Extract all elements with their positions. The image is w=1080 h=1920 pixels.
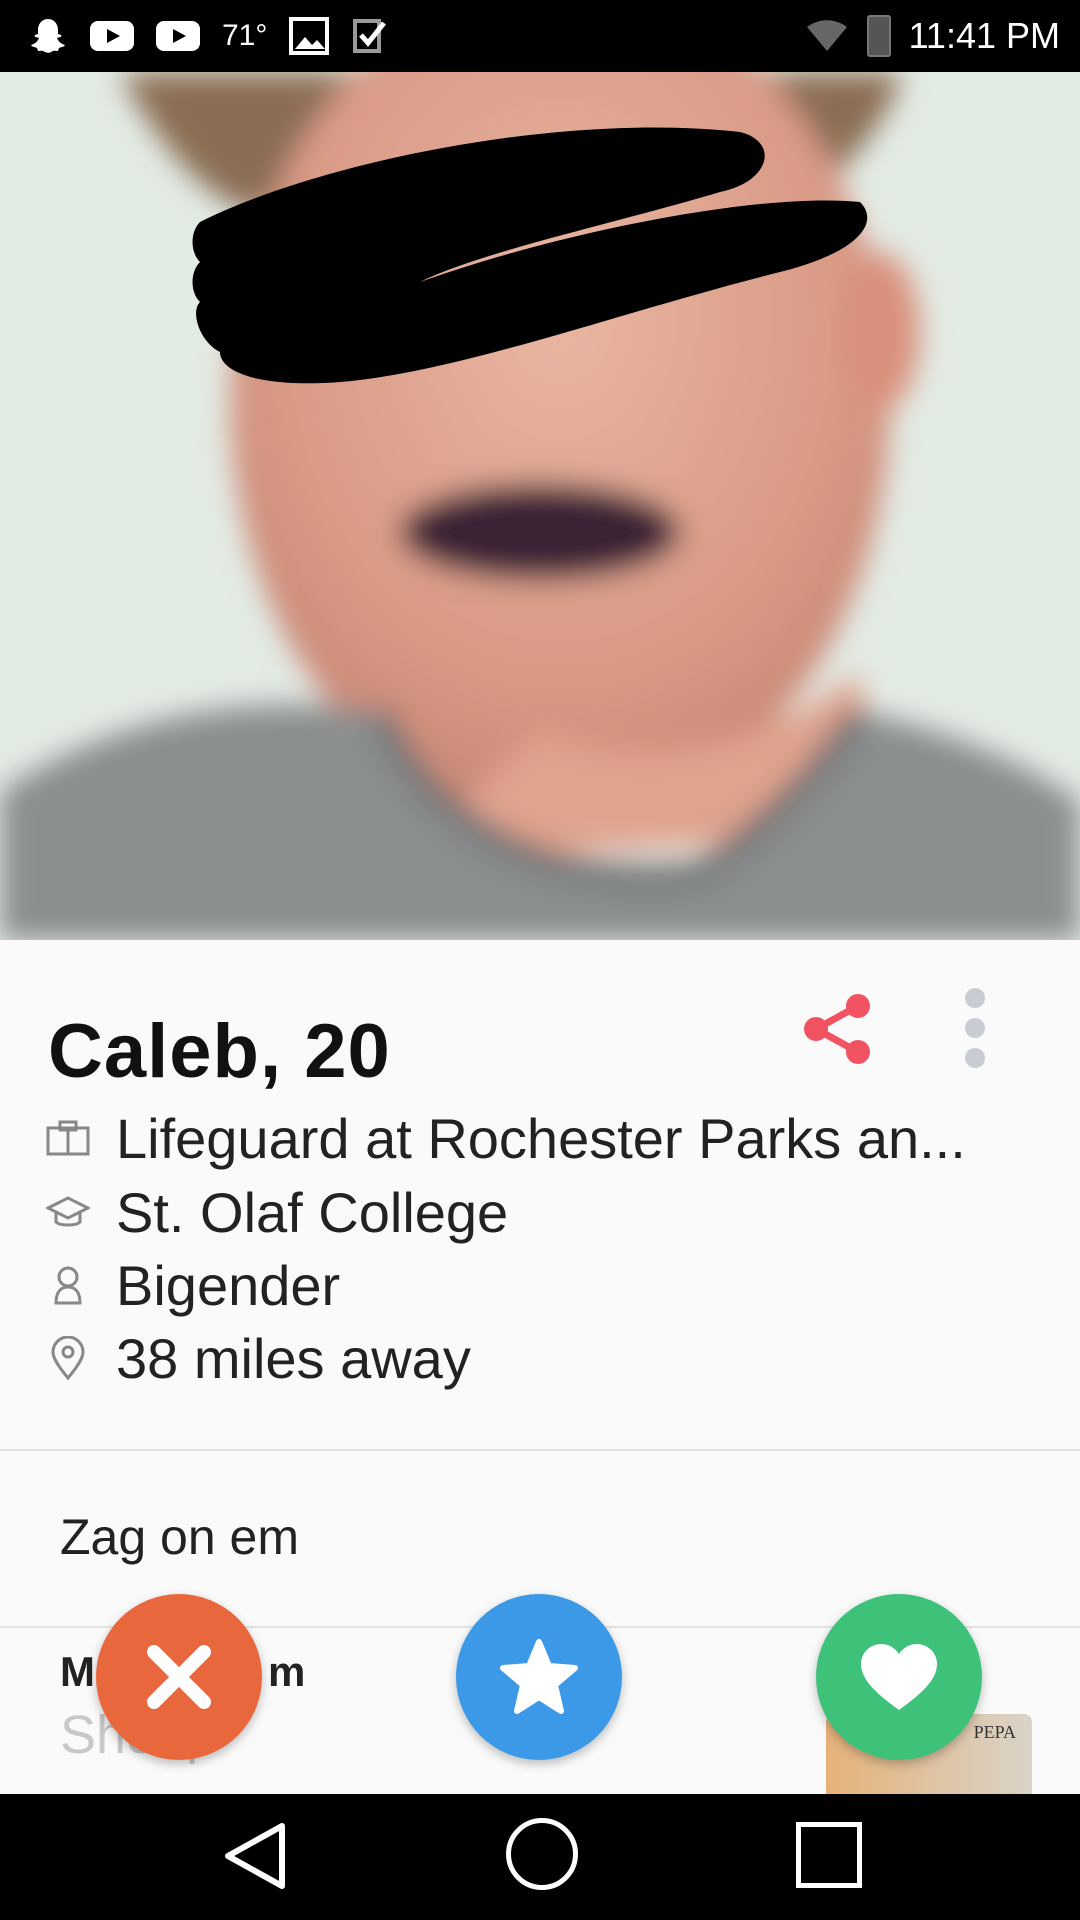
super-like-button[interactable]: [456, 1594, 622, 1760]
profile-info-card: Caleb, 20 Lifeguard at Rochester Parks a…: [0, 940, 1080, 1450]
briefcase-icon: [44, 1114, 92, 1162]
image-icon: [289, 17, 330, 55]
music-title-end: m: [268, 1648, 306, 1695]
clock: 11:41 PM: [908, 15, 1060, 56]
divider: [0, 1449, 1080, 1451]
gender-text: Bigender: [116, 1253, 341, 1317]
home-icon[interactable]: [506, 1818, 578, 1890]
gender-row: Bigender: [44, 1253, 340, 1317]
back-icon[interactable]: [222, 1820, 288, 1897]
profile-photo[interactable]: [0, 72, 1080, 940]
school-text: St. Olaf College: [116, 1180, 509, 1244]
like-button[interactable]: [816, 1594, 982, 1760]
snapchat-icon: [28, 16, 68, 56]
profile-name-age: Caleb, 20: [48, 1009, 391, 1094]
more-options-icon[interactable]: [958, 988, 992, 1068]
person-icon: [44, 1261, 92, 1309]
wifi-icon: [805, 19, 849, 53]
bio-text: Zag on em: [60, 1509, 300, 1565]
heart-icon: [861, 1644, 937, 1710]
temperature: 71°: [222, 19, 268, 52]
job-text: Lifeguard at Rochester Parks an...: [116, 1106, 966, 1170]
graduation-cap-icon: [44, 1188, 92, 1236]
checklist-icon: [351, 17, 391, 55]
star-icon: [500, 1639, 578, 1714]
youtube-icon: [156, 21, 200, 51]
status-bar: 71° 11:41 PM: [0, 0, 1080, 72]
battery-icon: [866, 15, 891, 57]
distance-text: 38 miles away: [116, 1326, 471, 1390]
youtube-icon: [90, 21, 134, 51]
album-label: PEPA: [973, 1722, 1016, 1742]
distance-row: 38 miles away: [44, 1326, 471, 1390]
recent-apps-icon[interactable]: [796, 1822, 862, 1888]
share-icon[interactable]: [800, 992, 874, 1066]
school-row: St. Olaf College: [44, 1180, 508, 1244]
location-pin-icon: [44, 1334, 92, 1382]
job-row: Lifeguard at Rochester Parks an...: [44, 1106, 966, 1170]
close-icon: [147, 1645, 211, 1709]
navigation-bar: [0, 1794, 1080, 1920]
nope-button[interactable]: [96, 1594, 262, 1760]
music-title-start: M: [60, 1648, 95, 1695]
